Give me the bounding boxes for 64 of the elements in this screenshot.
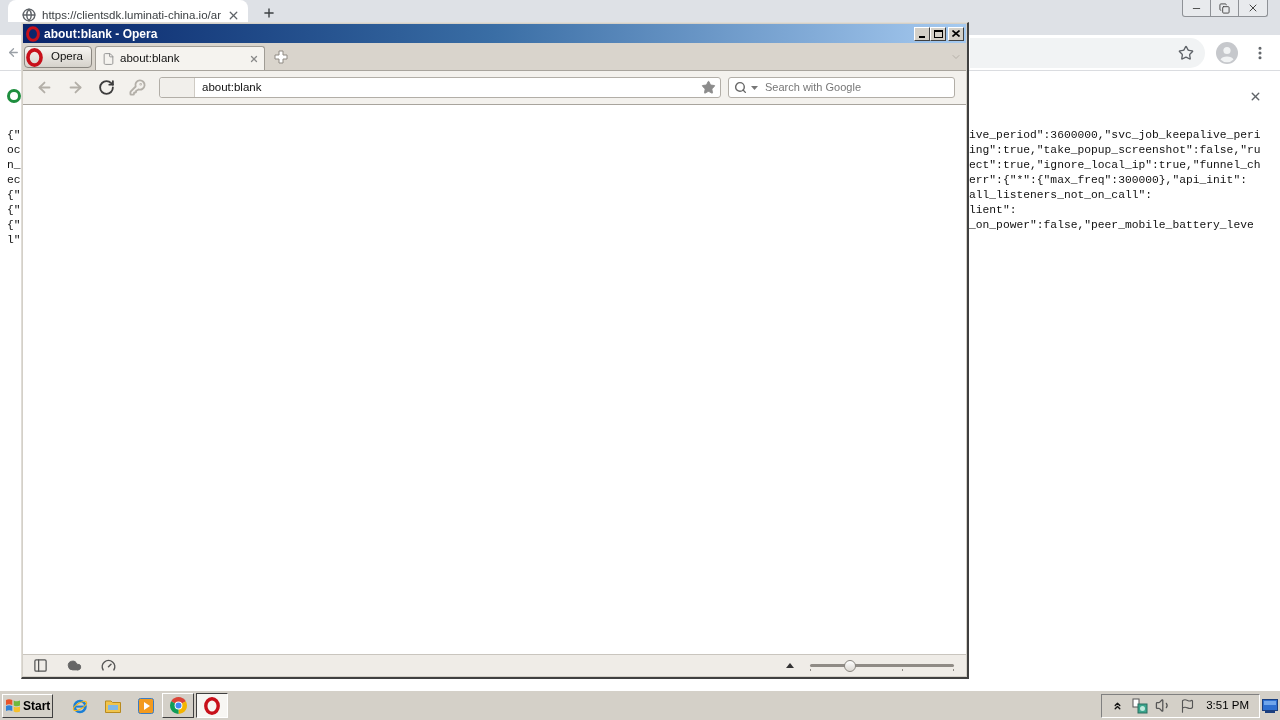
search-field[interactable]: Search with Google <box>728 77 955 98</box>
window-title: about:blank - Opera <box>44 25 158 43</box>
reload-icon <box>97 79 115 96</box>
close-window-button[interactable] <box>948 26 964 41</box>
browser-tab[interactable]: about:blank <box>95 46 265 70</box>
browser-icon[interactable] <box>72 697 88 714</box>
address-field[interactable]: about:blank <box>159 77 721 98</box>
restore-icon <box>1219 2 1230 14</box>
key-icon <box>128 79 146 96</box>
zoom-slider[interactable] <box>810 659 954 672</box>
maximize-button[interactable] <box>930 26 946 41</box>
browser-logo-icon <box>169 697 187 714</box>
search-icon <box>734 81 747 94</box>
logo-icon <box>26 47 43 67</box>
back-button[interactable] <box>7 46 20 59</box>
close-icon <box>952 30 960 37</box>
maximize-icon <box>933 29 943 38</box>
slider-thumb[interactable] <box>844 659 857 672</box>
text-fragment: {" <box>7 129 21 141</box>
text-line: _on_power":false,"peer_mobile_battery_leve <box>969 218 1254 233</box>
monitor-icon[interactable] <box>1262 698 1278 713</box>
new-tab-button[interactable] <box>262 6 276 20</box>
text-line: all_listeners_not_on_call": <box>969 188 1153 203</box>
cloud-icon[interactable] <box>67 658 82 673</box>
caret-icon <box>751 85 758 90</box>
logo-icon <box>204 696 220 715</box>
taskbar-button[interactable] <box>196 693 228 718</box>
text-line: ive_period":3600000,"svc_job_keepalive_peri <box>969 128 1261 143</box>
text-fragment: {" <box>7 189 21 201</box>
text-fragment: {" <box>7 204 21 216</box>
text-line: err":{"*":{"max_freq":300000},"api_init": <box>969 173 1247 188</box>
text-fragment: {" <box>7 219 21 231</box>
page-icon <box>102 51 115 66</box>
text-fragment: n_ <box>7 159 21 171</box>
text-fragment: oc <box>7 144 21 156</box>
triangle-up-icon[interactable] <box>786 663 794 668</box>
close-icon <box>1247 2 1259 14</box>
browser-tab[interactable]: https://clientsdk.luminati-china.io/ar <box>8 0 248 22</box>
star-icon[interactable] <box>701 80 716 95</box>
globe-icon <box>22 8 36 22</box>
ring-icon <box>7 89 21 103</box>
plus-icon <box>262 6 276 20</box>
opera-menu-button[interactable]: Opera <box>24 46 92 68</box>
text-line: ing":true,"take_popup_screenshot":false,"ru <box>969 143 1261 158</box>
network-icon[interactable] <box>1132 697 1149 714</box>
clock[interactable]: 3:51 PM <box>1206 696 1249 715</box>
flag-icon[interactable] <box>1180 697 1196 714</box>
address-field[interactable] <box>970 37 1205 68</box>
flag-logo-icon <box>5 698 21 713</box>
text-line: ect":true,"ignore_local_ip":true,"funnel_ch <box>969 158 1261 173</box>
speedometer-icon[interactable] <box>101 658 116 673</box>
plus-icon <box>274 50 288 64</box>
star-icon[interactable] <box>1178 44 1194 61</box>
close-tab-button[interactable] <box>249 53 259 64</box>
close-icon <box>249 53 259 64</box>
text-fragment: l" <box>7 234 21 246</box>
arrow-left-icon <box>7 46 20 59</box>
text-fragment: ec <box>7 174 21 186</box>
panel-icon[interactable] <box>33 658 48 673</box>
text-line: lient": <box>969 203 1017 218</box>
play-icon[interactable] <box>138 697 154 714</box>
start-button[interactable]: Start <box>2 693 53 718</box>
new-tab-button[interactable] <box>274 50 288 64</box>
logo-icon <box>26 25 40 42</box>
